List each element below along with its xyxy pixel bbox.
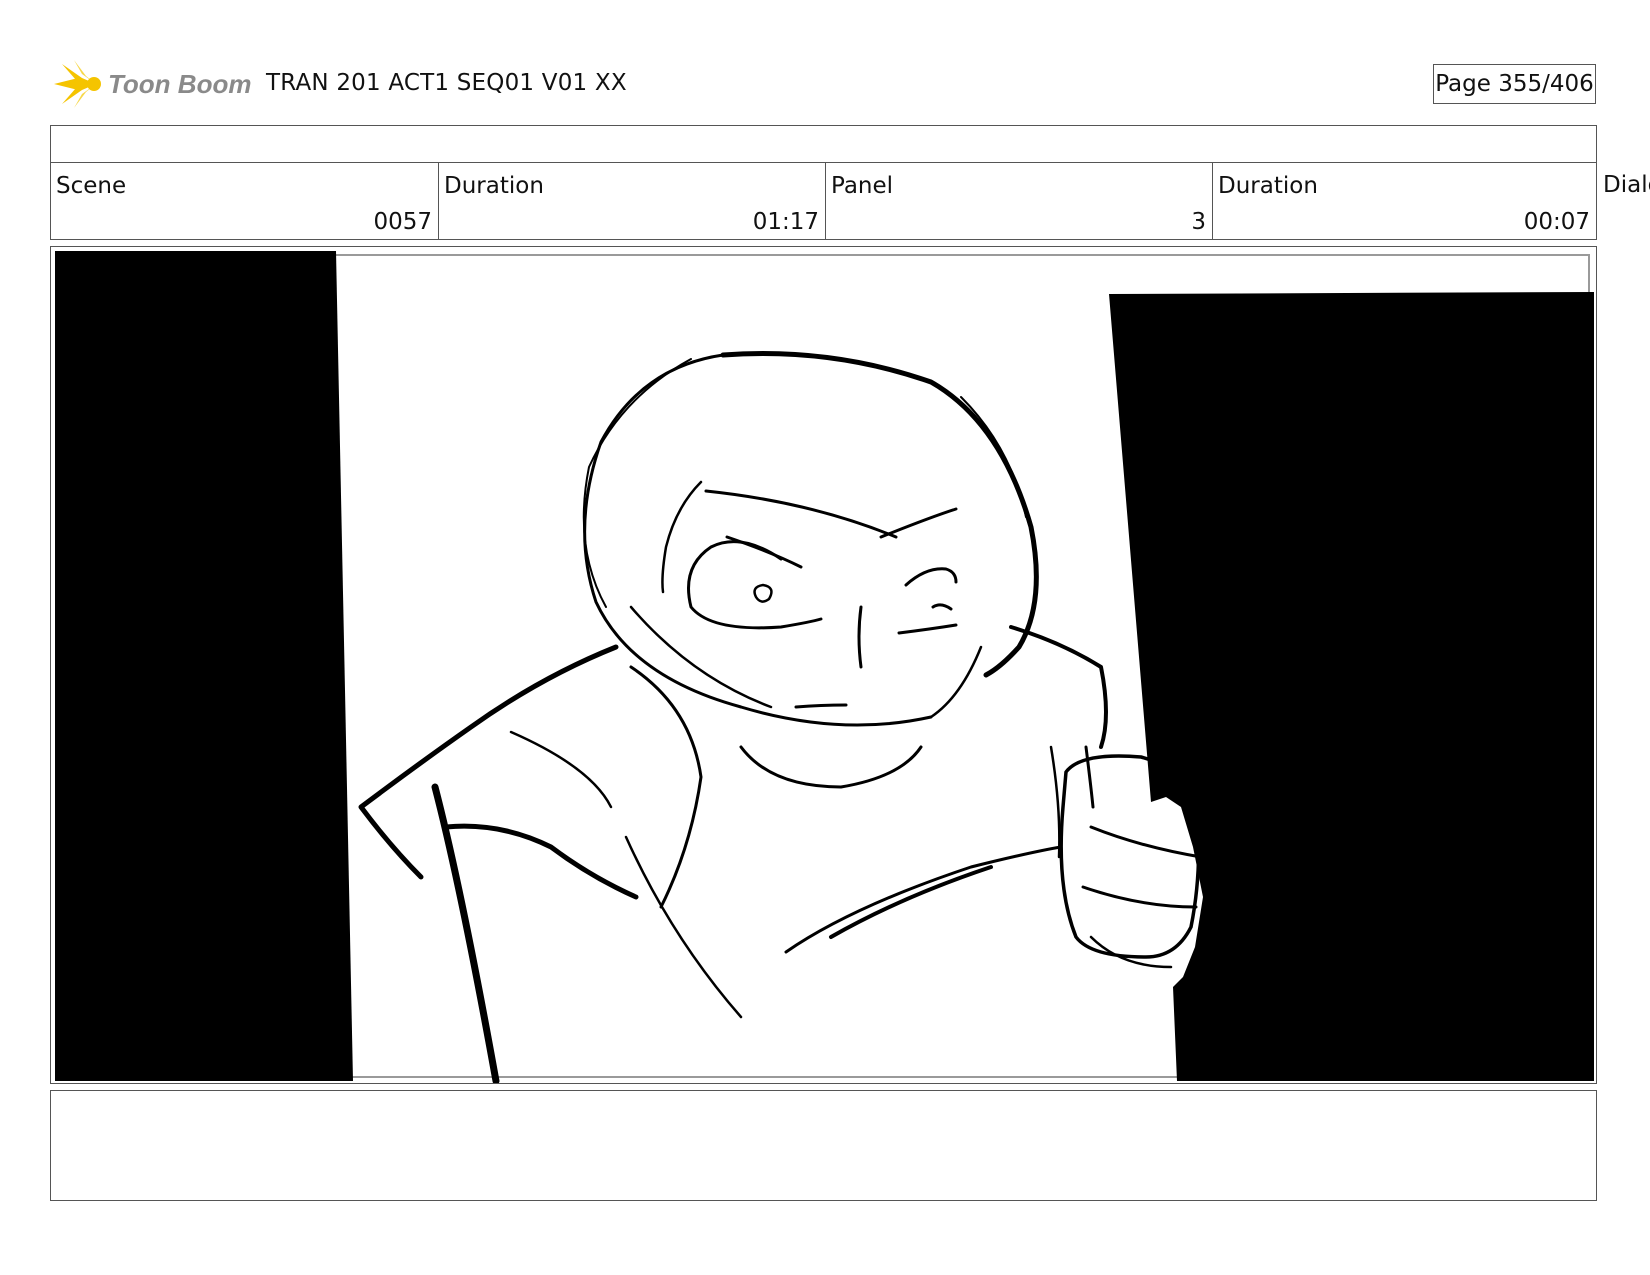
page-indicator: Page 355/406: [1433, 64, 1596, 104]
document-title: TRAN 201 ACT1 SEQ01 V01 XX: [266, 70, 627, 96]
right-door-shape: [1109, 292, 1594, 1081]
scene-value: 0057: [373, 209, 432, 235]
left-door-shape: [55, 251, 353, 1081]
panel-duration-cell: Duration 00:07: [1212, 163, 1596, 239]
scene-duration-value: 01:17: [752, 209, 819, 235]
character-sketch: [358, 351, 1203, 1083]
panel-duration-label: Duration: [1218, 173, 1318, 199]
scene-label: Scene: [56, 173, 127, 199]
panel-sketch: [55, 251, 1594, 1083]
panel-duration-value: 00:07: [1523, 209, 1590, 235]
info-row: Scene 0057 Duration 01:17 Panel 3 Durati…: [50, 162, 1597, 240]
dialog-label-clipped: Dialo: [1603, 172, 1650, 198]
scene-cell: Scene 0057: [51, 163, 438, 239]
logo-text: Toon Boom: [108, 69, 251, 99]
storyboard-panel: [50, 246, 1597, 1084]
panel-value: 3: [1191, 209, 1206, 235]
scene-duration-cell: Duration 01:17: [438, 163, 825, 239]
panel-label: Panel: [831, 173, 894, 199]
top-band: [50, 125, 1597, 163]
logo-sun-icon: [54, 60, 101, 108]
caption-box: [50, 1090, 1597, 1201]
panel-cell: Panel 3: [825, 163, 1212, 239]
toon-boom-logo: Toon Boom: [54, 60, 251, 108]
scene-duration-label: Duration: [444, 173, 544, 199]
